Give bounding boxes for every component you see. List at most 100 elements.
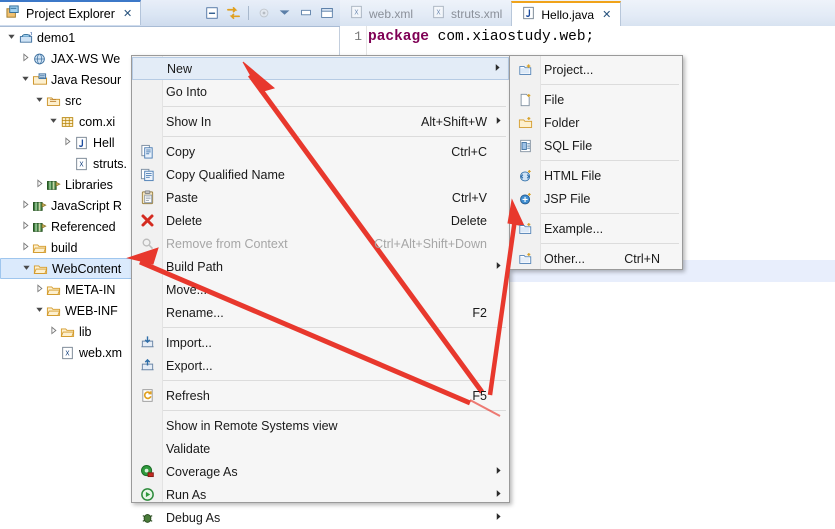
menu-item-remove-from-context: Remove from Context Ctrl+Alt+Shift+Down [132, 232, 509, 255]
close-icon[interactable]: ✕ [602, 8, 611, 21]
menu-item-other[interactable]: Other... Ctrl+N [510, 247, 682, 270]
menu-item-label: Example... [544, 221, 604, 236]
collapse-all-icon[interactable] [203, 4, 221, 22]
context-menu-items: New Go Into Show In Alt+Shift+W Copy Ctrl+C Co… [132, 56, 509, 529]
menu-item-label: Go Into [166, 84, 207, 99]
focus-on-active-task-icon [255, 4, 273, 22]
chevron-right-icon[interactable] [20, 53, 31, 64]
tab-project-explorer[interactable]: Project Explorer ✕ [0, 0, 142, 25]
new-submenu[interactable]: Project... File Folder SQL File HTML File JSP… [509, 55, 683, 270]
editor-tab-bar: Xweb.xml Xstruts.xml Hello.java ✕ [340, 0, 835, 27]
tree-item-demo1[interactable]: Jdemo1 [0, 27, 339, 48]
menu-item-folder[interactable]: Folder [510, 111, 682, 134]
menu-item-file[interactable]: File [510, 88, 682, 111]
menu-item-label: Copy Qualified Name [166, 167, 285, 182]
chevron-down-icon[interactable] [34, 305, 45, 316]
editor-tab-struts-xml[interactable]: Xstruts.xml [422, 1, 511, 26]
minimize-icon[interactable] [297, 4, 315, 22]
view-menu-icon[interactable] [276, 4, 294, 22]
menu-item-project[interactable]: Project... [510, 58, 682, 81]
tree-item-label: Libraries [65, 177, 113, 192]
chevron-right-icon[interactable] [34, 179, 45, 190]
tree-item-label: JAX-WS We [51, 51, 121, 66]
menu-item-show-in-remote-systems-view[interactable]: Show in Remote Systems view [132, 414, 509, 437]
context-menu[interactable]: New Go Into Show In Alt+Shift+W Copy Ctrl+C Co… [131, 55, 510, 525]
tree-item-label: web.xm [79, 345, 123, 360]
menu-item-go-into[interactable]: Go Into [132, 80, 509, 103]
tree-item-label: src [65, 93, 82, 108]
menu-item-refresh[interactable]: Refresh F5 [132, 384, 509, 407]
menu-item-accelerator: Delete [450, 213, 487, 228]
menu-item-jsp-file[interactable]: JSP File [510, 187, 682, 210]
menu-separator [163, 106, 506, 107]
keyword-package: package [368, 29, 429, 45]
link-with-editor-icon[interactable] [224, 4, 242, 22]
menu-separator [541, 243, 679, 244]
chevron-down-icon[interactable] [20, 74, 31, 85]
maximize-icon[interactable] [318, 4, 336, 22]
submenu-arrow-icon [495, 261, 502, 272]
chevron-down-icon[interactable] [6, 32, 17, 43]
jsp-file-icon [510, 192, 540, 206]
menu-item-coverage-as[interactable]: Coverage As [132, 460, 509, 483]
menu-separator [163, 327, 506, 328]
chevron-right-icon[interactable] [20, 221, 31, 232]
menu-item-export[interactable]: Export... [132, 354, 509, 377]
tree-item-label: build [51, 240, 78, 255]
java-web-project-icon: J [17, 30, 34, 45]
menu-item-copy-qualified-name[interactable]: Copy Qualified Name [132, 163, 509, 186]
menu-item-validate[interactable]: Validate [132, 437, 509, 460]
tree-item-label: Java Resour [51, 72, 122, 87]
menu-separator [541, 84, 679, 85]
tab-label: Project Explorer [26, 6, 115, 21]
menu-item-rename[interactable]: Rename... F2 [132, 301, 509, 324]
menu-item-html-file[interactable]: HTML File [510, 164, 682, 187]
menu-item-copy[interactable]: Copy Ctrl+C [132, 140, 509, 163]
package-icon [59, 115, 76, 129]
code-line-1: package com.xiaostudy.web; [368, 26, 835, 48]
xml-file-icon: X [59, 346, 76, 360]
chevron-right-icon[interactable] [62, 137, 73, 148]
chevron-down-icon[interactable] [21, 263, 32, 274]
menu-item-accelerator: Alt+Shift+W [421, 114, 487, 129]
menu-item-show-in[interactable]: Show In Alt+Shift+W [132, 110, 509, 133]
chevron-right-icon[interactable] [48, 326, 59, 337]
editor-tab-label: struts.xml [451, 6, 503, 21]
chevron-right-icon[interactable] [20, 200, 31, 211]
menu-item-import[interactable]: Import... [132, 331, 509, 354]
chevron-right-icon[interactable] [20, 242, 31, 253]
menu-item-label: Other... [544, 251, 585, 266]
editor-tab-hello-java[interactable]: Hello.java ✕ [511, 1, 622, 26]
folder-icon [59, 325, 76, 339]
tree-item-label: JavaScript R [51, 198, 122, 213]
menu-item-label: Coverage As [166, 464, 238, 479]
menu-item-new[interactable]: New [132, 57, 509, 80]
menu-item-paste[interactable]: Paste Ctrl+V [132, 186, 509, 209]
project-explorer-icon [6, 4, 21, 23]
menu-item-label: Rename... [166, 305, 224, 320]
menu-item-sql-file[interactable]: SQL File [510, 134, 682, 157]
menu-item-label: Folder [544, 115, 580, 130]
chevron-down-icon[interactable] [34, 95, 45, 106]
editor-tab-web-xml[interactable]: Xweb.xml [340, 1, 422, 26]
tree-item-label: Hell [93, 135, 115, 150]
menu-item-label: Project... [544, 62, 594, 77]
chevron-right-icon[interactable] [34, 284, 45, 295]
menu-item-label: Run As [166, 487, 207, 502]
menu-item-label: Show In [166, 114, 212, 129]
menu-item-delete[interactable]: Delete Delete [132, 209, 509, 232]
menu-item-example[interactable]: Example... [510, 217, 682, 240]
menu-item-debug-as[interactable]: Debug As [132, 506, 509, 529]
menu-item-build-path[interactable]: Build Path [132, 255, 509, 278]
submenu-arrow-icon [495, 512, 502, 523]
menu-item-label: SQL File [544, 138, 593, 153]
close-icon[interactable]: ✕ [123, 7, 132, 20]
menu-item-label: Debug As [166, 510, 221, 525]
menu-item-label: Move... [166, 282, 207, 297]
code-area[interactable]: package com.xiaostudy.web; [368, 26, 835, 48]
folder-icon [31, 241, 48, 255]
chevron-down-icon[interactable] [48, 116, 59, 127]
tree-item-label: WEB-INF [65, 303, 118, 318]
menu-item-move[interactable]: Move... [132, 278, 509, 301]
library-icon [45, 178, 62, 192]
